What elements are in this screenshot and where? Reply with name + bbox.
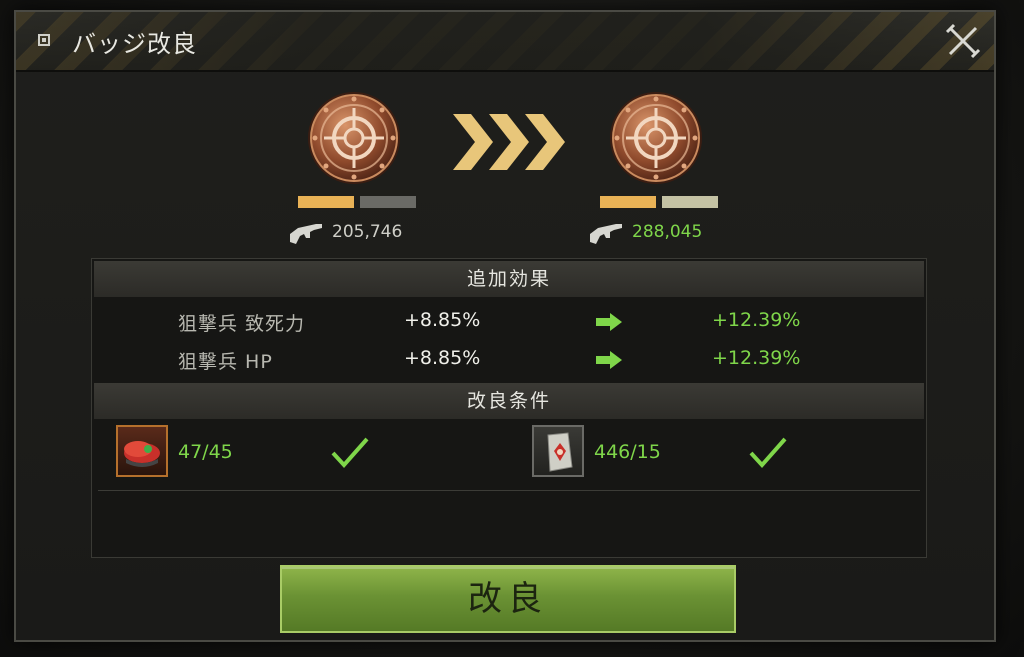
effect-name: 狙撃兵 致死力 (178, 313, 306, 335)
level-bar-preview (662, 196, 718, 208)
current-level-bars (298, 196, 418, 208)
effect-name: 狙撃兵 HP (178, 351, 273, 373)
requirements-heading: 改良条件 (94, 383, 924, 419)
close-button[interactable] (942, 20, 984, 62)
next-power-value: 288,045 (632, 222, 703, 242)
effect-next: +12.39% (712, 347, 801, 369)
medal-badge-icon (532, 425, 584, 477)
title-bar: バッジ改良 (16, 12, 994, 72)
close-x-icon (945, 23, 981, 59)
level-bar-filled (600, 196, 656, 208)
requirement-count: 446/15 (594, 441, 661, 463)
effect-next: +12.39% (712, 309, 801, 331)
checkmark-icon (749, 437, 787, 468)
upgrade-button[interactable]: 改良 (280, 565, 736, 633)
requirement-count: 47/45 (178, 441, 233, 463)
effect-current: +8.85% (404, 347, 481, 369)
crosshair-bronze-badge-icon (610, 92, 702, 184)
effects-heading: 追加効果 (94, 261, 924, 297)
red-beret-icon (116, 425, 168, 477)
next-level-bars (600, 196, 720, 208)
effect-current: +8.85% (404, 309, 481, 331)
info-panel: 追加効果 狙撃兵 致死力 +8.85% +12.39% 狙撃兵 HP +8.85… (91, 258, 927, 558)
divider (98, 490, 920, 491)
current-power: 205,746 (288, 218, 402, 246)
green-arrow-right-icon (596, 313, 622, 331)
triple-chevron-right-icon (453, 114, 565, 170)
title-bullet-icon (38, 34, 50, 46)
rifle-icon (590, 224, 622, 244)
next-badge (608, 90, 704, 186)
badge-upgrade-dialog: バッジ改良 205,746 288,045 追加効果 狙撃兵 致死力 +8.85… (14, 10, 996, 642)
checkmark-icon (331, 437, 369, 468)
next-power: 288,045 (588, 218, 702, 246)
dialog-title: バッジ改良 (72, 30, 197, 58)
effect-row: 狙撃兵 HP +8.85% +12.39% (92, 341, 926, 377)
effect-row: 狙撃兵 致死力 +8.85% +12.39% (92, 303, 926, 339)
current-badge (306, 90, 402, 186)
current-power-value: 205,746 (332, 222, 403, 242)
rifle-icon (290, 224, 322, 244)
green-arrow-right-icon (596, 351, 622, 369)
level-bar-filled (298, 196, 354, 208)
crosshair-bronze-badge-icon (308, 92, 400, 184)
level-bar-empty (360, 196, 416, 208)
